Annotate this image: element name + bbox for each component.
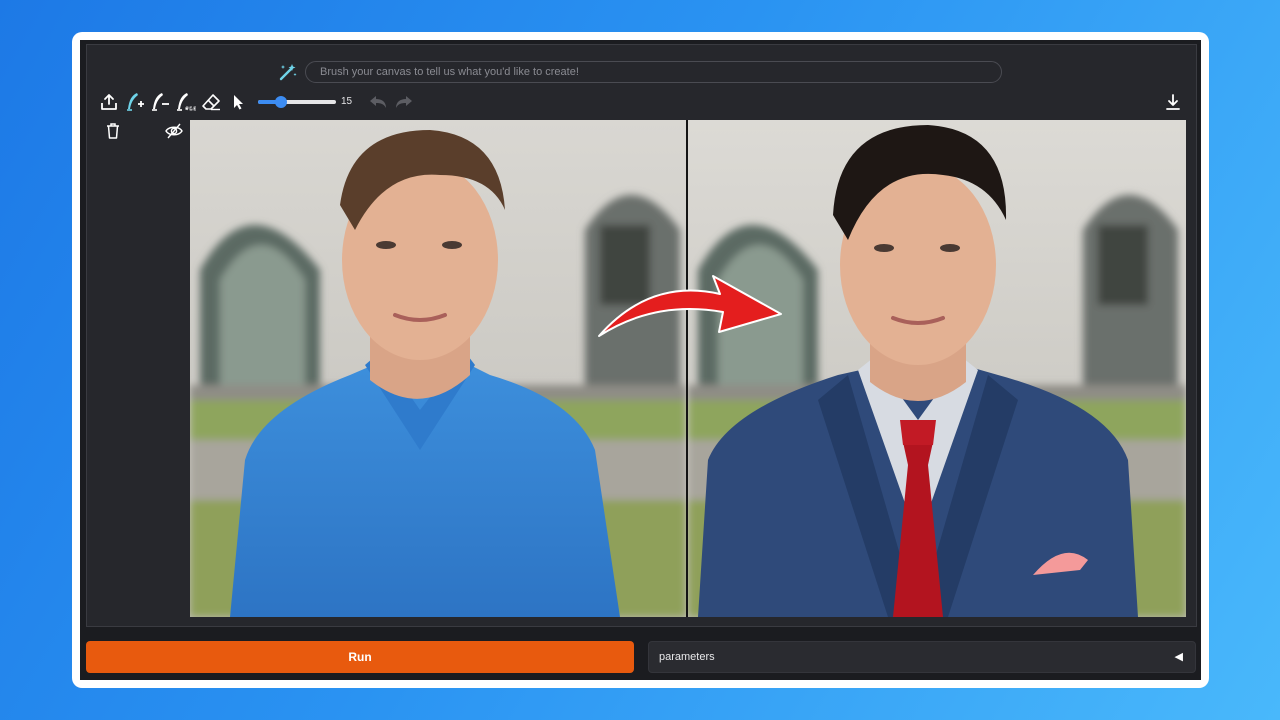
before-photo bbox=[190, 120, 686, 617]
redo-icon[interactable] bbox=[393, 92, 415, 112]
brush-size-value: 15 bbox=[341, 96, 353, 107]
parameters-accordion[interactable]: parameters ◀ bbox=[648, 641, 1196, 673]
undo-icon[interactable] bbox=[367, 92, 389, 112]
visibility-off-icon[interactable] bbox=[163, 121, 185, 141]
compare-divider[interactable] bbox=[686, 120, 688, 617]
triangle-left-icon: ◀ bbox=[1174, 651, 1183, 663]
pointer-icon[interactable] bbox=[229, 92, 247, 112]
brush-size-slider[interactable] bbox=[258, 96, 336, 108]
download-icon[interactable] bbox=[1162, 91, 1184, 113]
parameters-label: parameters bbox=[659, 651, 715, 663]
brush-remove-icon[interactable] bbox=[149, 91, 171, 113]
eraser-icon[interactable] bbox=[200, 92, 222, 112]
image-canvas[interactable] bbox=[190, 120, 1186, 617]
wand-icon[interactable] bbox=[277, 62, 299, 82]
brush-add-icon[interactable] bbox=[124, 91, 146, 113]
upload-icon[interactable] bbox=[99, 92, 119, 112]
red-arrow-icon bbox=[598, 275, 782, 337]
prompt-input[interactable] bbox=[305, 61, 1002, 83]
trash-icon[interactable] bbox=[103, 121, 123, 141]
run-button[interactable]: Run bbox=[86, 641, 634, 673]
brush-large-icon[interactable] bbox=[174, 91, 198, 113]
after-photo bbox=[688, 120, 1186, 617]
